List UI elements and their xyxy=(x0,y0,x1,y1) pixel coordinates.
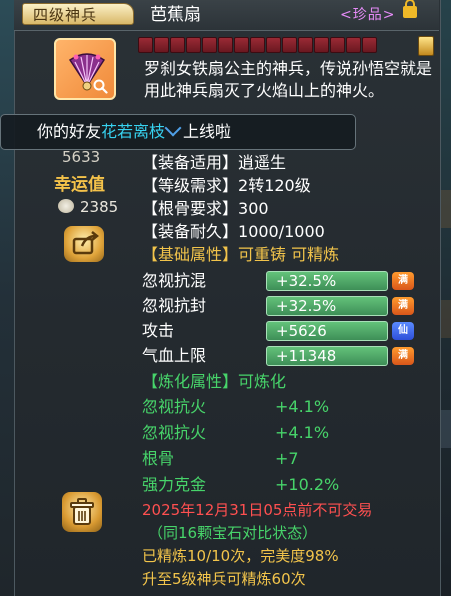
friend-online-toast[interactable]: 你的好友花若离枝 上线啦 xyxy=(0,114,356,150)
base-stat-label: 攻击 xyxy=(142,321,175,340)
attr-label: 【根骨要求】 xyxy=(142,199,239,218)
refine-star-slot xyxy=(186,37,201,53)
refine-stat-value: +7 xyxy=(275,449,299,468)
attr-value: 可重铸 可精炼 xyxy=(238,245,340,264)
toast-message: 你的好友花若离枝 上线啦 xyxy=(37,119,232,142)
attr-value: 300 xyxy=(238,199,269,218)
attr-label: 【基础属性】 xyxy=(142,245,239,264)
attr-row-level: 【等级需求】2转120级 xyxy=(142,175,311,197)
base-stat-value: +32.5% xyxy=(266,296,388,316)
score-value: 5633 xyxy=(62,148,101,166)
refine-stat-label: 忽视抗火 xyxy=(142,397,207,416)
refine-star-slot xyxy=(250,37,265,53)
base-stat-label: 气血上限 xyxy=(142,346,207,365)
refine-star-slot xyxy=(362,37,377,53)
discard-button[interactable] xyxy=(62,492,102,532)
attr-row-root: 【根骨要求】300 xyxy=(142,198,269,220)
attr-label: 【炼化属性】 xyxy=(142,372,239,391)
magnify-icon[interactable] xyxy=(92,78,108,94)
coin-value: 2385 xyxy=(80,198,119,216)
max-badge-icon: 满 xyxy=(392,347,414,365)
rank-tab: 四级神兵 xyxy=(22,3,134,25)
base-stat-label: 忽视抗封 xyxy=(142,296,207,315)
refine-stat-label: 根骨 xyxy=(142,449,175,468)
refine-stat-value: +4.1% xyxy=(275,397,330,416)
toast-prefix: 你的好友 xyxy=(37,122,102,141)
refine-count: 已精炼10/10次，完美度98% xyxy=(142,547,339,565)
toast-suffix: 上线啦 xyxy=(183,122,232,141)
refine-stat-label: 忽视抗火 xyxy=(142,423,207,442)
trade-notice: 2025年12月31日05点前不可交易 xyxy=(142,501,373,519)
refine-star-slot xyxy=(298,37,313,53)
base-stat-label: 忽视抗混 xyxy=(142,271,207,290)
attr-label: 【装备适用】 xyxy=(142,153,239,172)
immortal-badge-icon: 仙 xyxy=(392,322,414,340)
share-icon xyxy=(72,231,100,255)
refine-star-slot xyxy=(170,37,185,53)
refine-star-slot xyxy=(138,37,153,53)
max-badge-icon: 满 xyxy=(392,272,414,290)
refine-stat-value: +4.1% xyxy=(275,423,330,442)
refine-star-slot xyxy=(218,37,233,53)
attr-value: 可炼化 xyxy=(238,372,287,391)
refine-stat-value: +10.2% xyxy=(275,475,340,494)
attr-label: 【装备耐久】 xyxy=(142,222,239,241)
base-stat-value: +5626 xyxy=(266,321,388,341)
gold-tab-icon[interactable] xyxy=(418,36,434,56)
base-attr-header: 【基础属性】可重铸 可精炼 xyxy=(142,244,339,266)
refine-attr-header: 【炼化属性】可炼化 xyxy=(142,371,286,393)
base-stat-value: +32.5% xyxy=(266,271,388,291)
attr-value: 2转120级 xyxy=(238,176,311,195)
lock-icon[interactable] xyxy=(403,0,417,18)
refine-star-slot xyxy=(154,37,169,53)
refine-star-slot xyxy=(282,37,297,53)
share-button[interactable] xyxy=(64,226,104,262)
luck-label: 幸运值 xyxy=(54,175,105,195)
refine-star-slot xyxy=(234,37,249,53)
refine-star-slot xyxy=(314,37,329,53)
base-stat-value: +11348 xyxy=(266,346,388,366)
gem-notice: （同16颗宝石对比状态） xyxy=(148,524,318,542)
attr-value: 1000/1000 xyxy=(238,222,325,241)
refine-star-slot xyxy=(202,37,217,53)
refine-star-bar xyxy=(138,37,377,53)
trash-icon xyxy=(70,498,94,525)
refine-star-slot xyxy=(330,37,345,53)
refine-stat-label: 强力克金 xyxy=(142,475,207,494)
refine-star-slot xyxy=(266,37,281,53)
attr-value: 逍遥生 xyxy=(238,153,287,172)
attr-label: 【等级需求】 xyxy=(142,176,239,195)
item-name: 芭蕉扇 xyxy=(150,5,201,25)
coin-icon xyxy=(58,199,74,213)
upgrade-hint: 升至5级神兵可精炼60次 xyxy=(142,570,306,588)
chevron-down-icon xyxy=(164,119,182,137)
refine-star-slot xyxy=(346,37,361,53)
rarity-label: <珍品> xyxy=(340,7,396,23)
attr-row-durability: 【装备耐久】1000/1000 xyxy=(142,221,325,243)
friend-name-link[interactable]: 花若离枝 xyxy=(101,122,165,141)
item-description: 罗刹女铁扇公主的神兵，传说孙悟空就是用此神兵扇灭了火焰山上的神火。 xyxy=(144,59,433,100)
max-badge-icon: 满 xyxy=(392,297,414,315)
attr-row-class: 【装备适用】逍遥生 xyxy=(142,152,286,174)
